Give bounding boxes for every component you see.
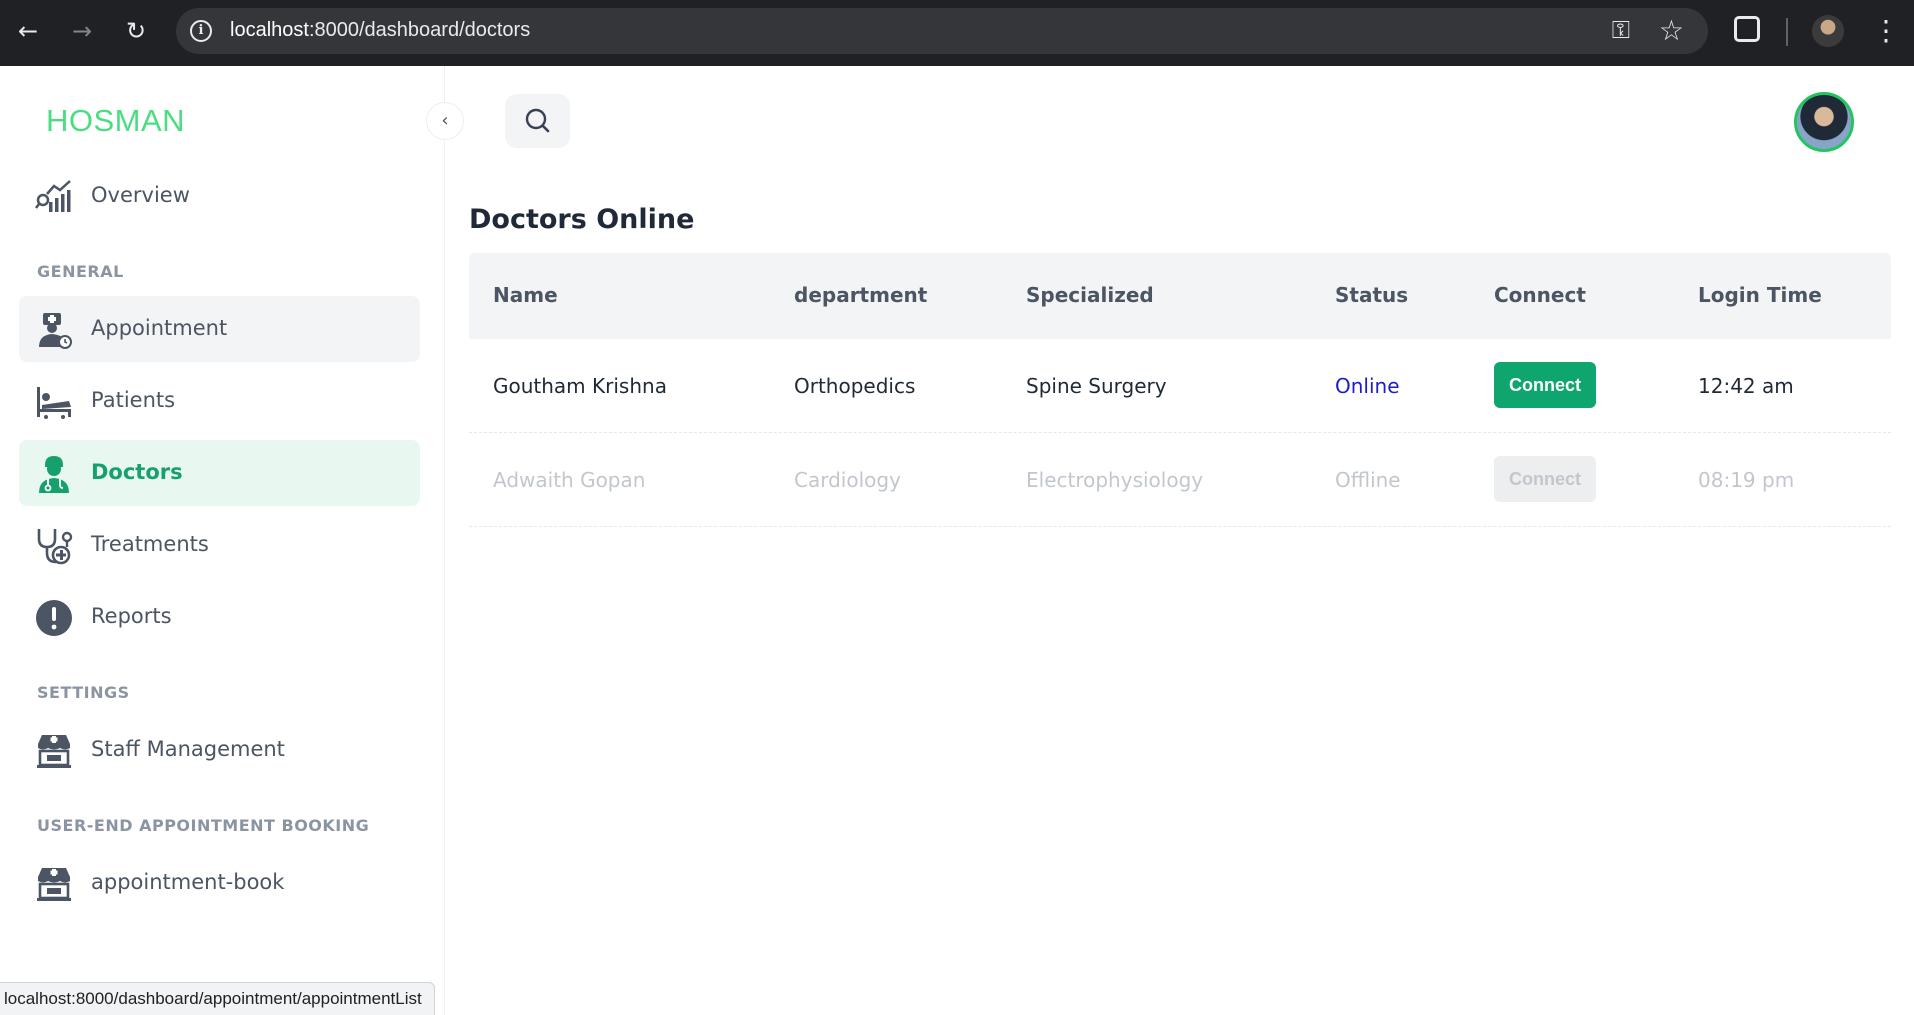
hospital-store-icon — [37, 868, 71, 901]
sidebar-item-patients[interactable]: Patients — [19, 368, 420, 434]
browser-profile-avatar[interactable] — [1812, 15, 1844, 47]
site-info-icon[interactable]: i — [190, 20, 212, 42]
sidebar-item-label: Staff Management — [91, 737, 285, 761]
doctor-name: Goutham Krishna — [493, 374, 667, 398]
stethoscope-icon — [37, 529, 73, 565]
doctors-table: Name department Specialized Status Conne… — [469, 253, 1891, 527]
sidebar-item-label: appointment-book — [91, 870, 285, 894]
sidebar-item-label: Patients — [91, 388, 176, 412]
hospital-store-icon — [37, 735, 71, 768]
column-header-specialized: Specialized — [1026, 283, 1154, 307]
section-user-end-booking: USER-END APPOINTMENT BOOKING — [37, 816, 370, 835]
column-header-department: department — [794, 283, 928, 307]
sidebar-item-appointment[interactable]: Appointment — [19, 296, 420, 362]
extensions-icon[interactable] — [1734, 16, 1760, 42]
doctor-department: Orthopedics — [794, 374, 916, 398]
search-button[interactable] — [505, 94, 570, 148]
back-arrow-icon[interactable]: ← — [14, 14, 42, 48]
password-key-icon[interactable]: ⚿ — [1612, 16, 1630, 44]
sidebar-item-appointment-book[interactable]: appointment-book — [19, 850, 420, 916]
doctor-icon — [39, 456, 69, 493]
sidebar-item-label: Appointment — [91, 316, 228, 340]
connect-button[interactable]: Connect — [1494, 362, 1596, 408]
url-text[interactable]: localhost:8000/dashboard/doctors — [230, 19, 530, 42]
doctor-specialization: Spine Surgery — [1026, 374, 1167, 398]
url-path: :8000/dashboard/doctors — [308, 19, 531, 41]
sidebar-item-staff-management[interactable]: Staff Management — [19, 717, 420, 783]
doctor-specialization: Electrophysiology — [1026, 468, 1204, 492]
overview-chart-icon — [35, 180, 71, 212]
collapse-sidebar-button[interactable]: ‹ — [426, 102, 464, 140]
address-bar[interactable]: i localhost:8000/dashboard/doctors ⚿ ☆ — [176, 8, 1708, 54]
search-icon — [525, 108, 550, 133]
login-time: 12:42 am — [1698, 374, 1794, 398]
url-host: localhost — [230, 19, 309, 41]
section-settings: SETTINGS — [37, 683, 130, 702]
login-time: 08:19 pm — [1698, 468, 1795, 492]
connect-button-disabled: Connect — [1494, 456, 1596, 502]
reload-icon[interactable]: ↻ — [122, 14, 150, 48]
doctor-appointment-icon — [39, 313, 72, 349]
forward-arrow-icon[interactable]: → — [68, 14, 96, 48]
browser-menu-icon[interactable]: ⋮ — [1872, 14, 1900, 48]
column-header-connect: Connect — [1494, 283, 1586, 307]
doctor-name: Adwaith Gopan — [493, 468, 646, 492]
status-online: Online — [1335, 374, 1400, 398]
bookmark-star-icon[interactable]: ☆ — [1659, 14, 1684, 47]
column-header-status: Status — [1335, 283, 1409, 307]
doctor-department: Cardiology — [794, 468, 901, 492]
browser-toolbar: ← → ↻ i localhost:8000/dashboard/doctors… — [0, 0, 1914, 66]
sidebar: HOSMAN Overview GENERAL Appointment Pati… — [0, 66, 445, 1015]
patient-bed-icon — [37, 387, 71, 419]
status-offline: Offline — [1335, 468, 1401, 492]
sidebar-item-label: Doctors — [91, 460, 183, 484]
user-avatar[interactable] — [1794, 92, 1854, 152]
table-row: Goutham Krishna Orthopedics Spine Surger… — [469, 339, 1891, 433]
table-header: Name department Specialized Status Conne… — [469, 253, 1891, 339]
brand-logo[interactable]: HOSMAN — [46, 103, 185, 139]
sidebar-item-label: Treatments — [91, 532, 209, 556]
page-title: Doctors Online — [469, 204, 695, 235]
sidebar-item-label: Reports — [91, 604, 172, 628]
sidebar-item-label: Overview — [91, 183, 190, 207]
section-general: GENERAL — [37, 262, 124, 281]
column-header-name: Name — [493, 283, 558, 307]
sidebar-item-reports[interactable]: Reports — [19, 584, 420, 650]
table-row: Adwaith Gopan Cardiology Electrophysiolo… — [469, 433, 1891, 527]
sidebar-item-overview[interactable]: Overview — [19, 163, 420, 229]
alert-report-icon — [36, 600, 72, 636]
link-preview-statusbar: localhost:8000/dashboard/appointment/app… — [0, 982, 435, 1015]
toolbar-divider — [1786, 18, 1788, 46]
column-header-login-time: Login Time — [1698, 283, 1822, 307]
sidebar-item-treatments[interactable]: Treatments — [19, 512, 420, 578]
sidebar-item-doctors[interactable]: Doctors — [19, 440, 420, 506]
